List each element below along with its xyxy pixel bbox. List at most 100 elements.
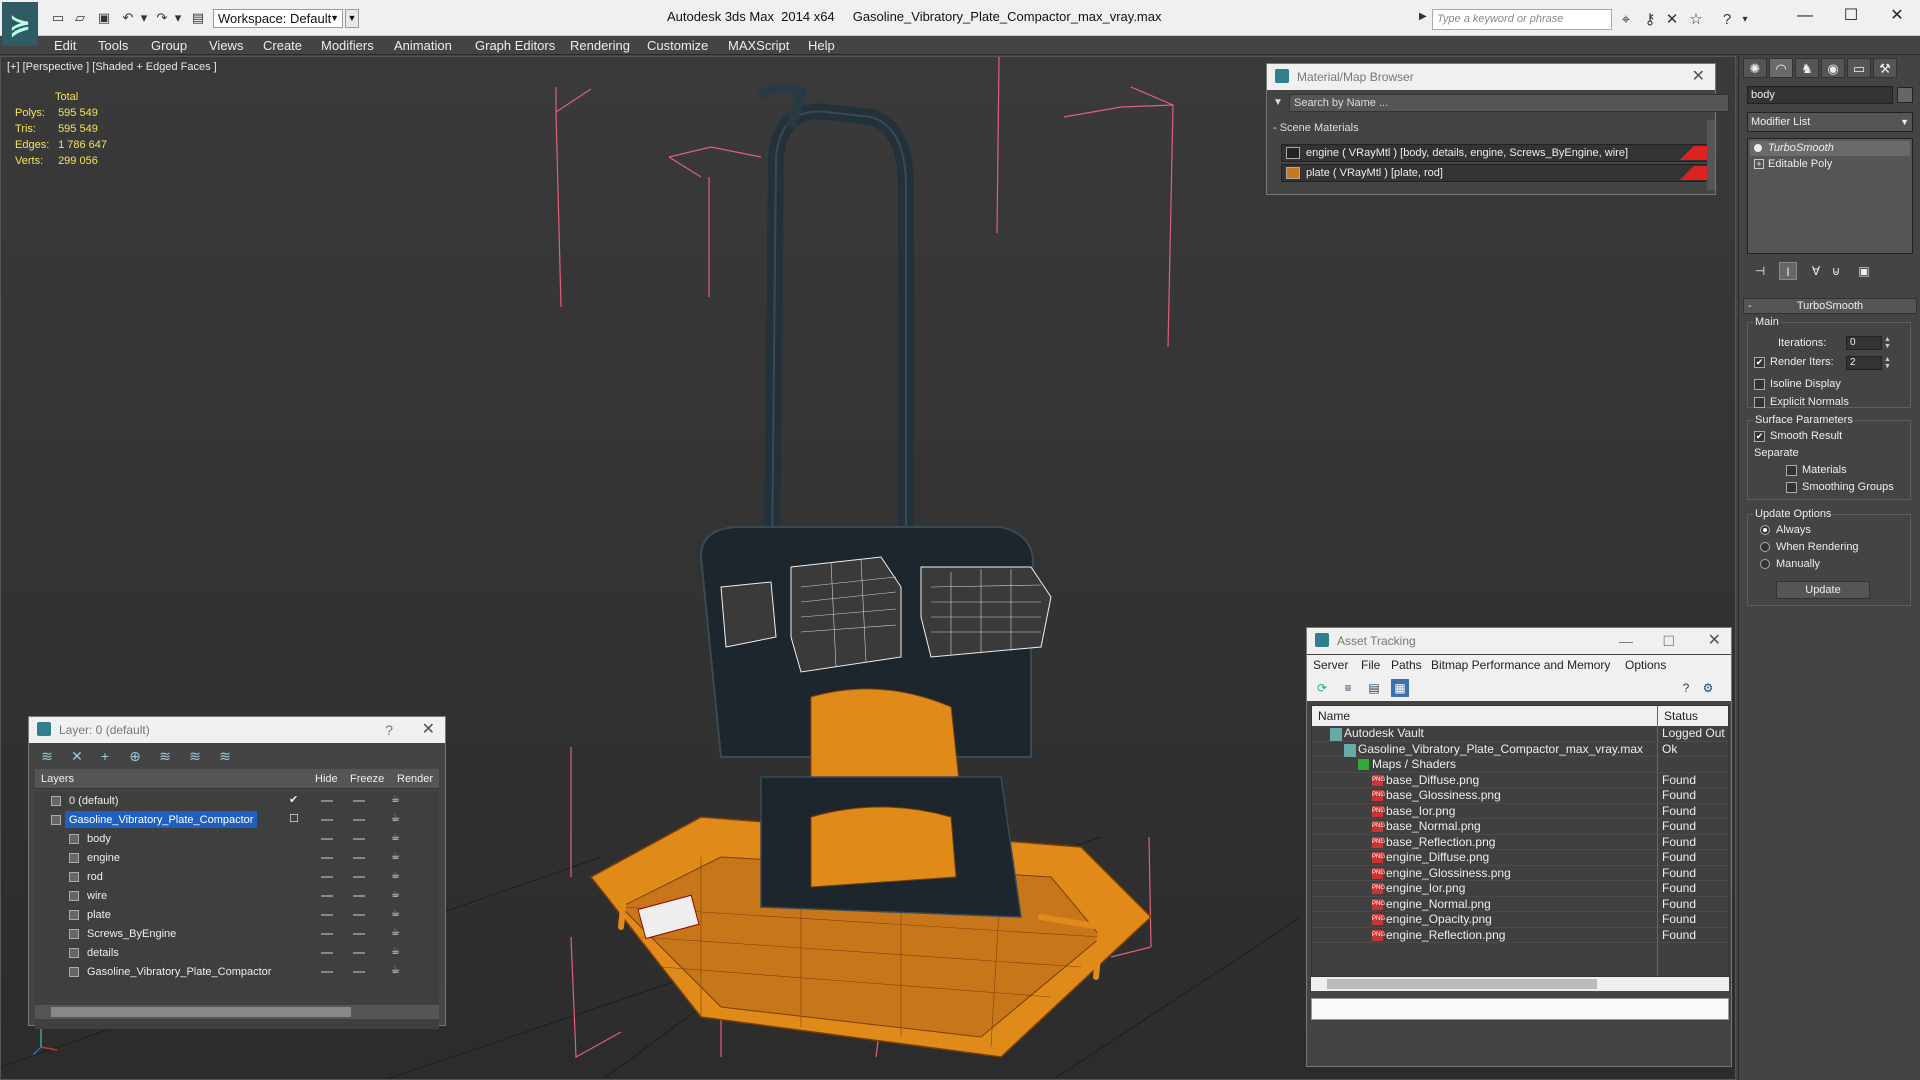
freeze-toggle[interactable]: [353, 952, 365, 954]
freeze-toggle[interactable]: [353, 800, 365, 802]
render-iters-spinner[interactable]: 2: [1846, 356, 1882, 370]
layer-row[interactable]: rod ☕: [35, 867, 469, 886]
help-icon[interactable]: ?: [1718, 11, 1736, 29]
material-search-input[interactable]: Search by Name ...: [1289, 94, 1729, 112]
detail-view-icon[interactable]: ▤: [1365, 679, 1383, 697]
binoculars-icon[interactable]: ⌖: [1617, 11, 1635, 29]
horizontal-scrollbar[interactable]: [1311, 977, 1729, 991]
render-teapot-icon[interactable]: ☕: [391, 909, 405, 919]
project-folder-icon[interactable]: ▤: [190, 11, 206, 25]
maximize-button[interactable]: ☐: [1662, 628, 1675, 654]
always-radio[interactable]: [1760, 525, 1770, 535]
stack-item-turbosmooth[interactable]: TurboSmooth: [1750, 141, 1910, 156]
asset-row[interactable]: Gasoline_Vibratory_Plate_Compactor_max_v…: [1312, 742, 1728, 757]
col-status[interactable]: Status: [1664, 709, 1698, 723]
col-freeze[interactable]: Freeze: [350, 773, 384, 785]
iterations-spinner[interactable]: 0: [1846, 336, 1882, 350]
delete-layer-icon[interactable]: ✕: [67, 747, 87, 765]
menu-views[interactable]: Views: [209, 38, 243, 53]
hide-toggle[interactable]: [321, 876, 333, 878]
asset-row[interactable]: PNG base_Ior.png Found: [1312, 804, 1728, 819]
new-file-icon[interactable]: ▭: [50, 11, 66, 25]
add-layer-icon[interactable]: +: [95, 747, 115, 765]
when-rendering-radio[interactable]: [1760, 542, 1770, 552]
hide-toggle[interactable]: [321, 857, 333, 859]
redo-dropdown-icon[interactable]: ▾: [170, 11, 186, 25]
show-end-result-icon[interactable]: I: [1779, 262, 1797, 280]
turbosmooth-rollout-header[interactable]: - TurboSmooth: [1743, 298, 1917, 314]
save-icon[interactable]: ▣: [96, 11, 112, 25]
hide-toggle[interactable]: [321, 971, 333, 973]
materials-checkbox[interactable]: [1786, 465, 1797, 476]
redo-icon[interactable]: ↷: [154, 11, 170, 25]
menu-group[interactable]: Group: [151, 38, 187, 53]
list-view-icon[interactable]: ≡: [1339, 679, 1357, 697]
layer-row[interactable]: details ☕: [35, 943, 469, 962]
asset-row[interactable]: PNG engine_Glossiness.png Found: [1312, 866, 1728, 881]
help-icon[interactable]: ?: [1677, 679, 1695, 697]
horizontal-scrollbar[interactable]: [35, 1005, 439, 1019]
stack-item-editable-poly[interactable]: + Editable Poly: [1750, 157, 1910, 172]
menu-tools[interactable]: Tools: [98, 38, 128, 53]
render-iters-checkbox[interactable]: ✔: [1754, 357, 1765, 368]
layer-row[interactable]: 0 (default) ✔ ☕: [35, 791, 469, 810]
close-icon[interactable]: ✕: [1692, 64, 1705, 90]
highlight-layer-icon[interactable]: ≋: [155, 747, 175, 765]
remove-modifier-icon[interactable]: ⊍: [1827, 262, 1845, 280]
asset-row[interactable]: PNG base_Diffuse.png Found: [1312, 773, 1728, 788]
render-teapot-icon[interactable]: ☕: [391, 966, 405, 976]
object-color-swatch[interactable]: [1897, 87, 1913, 103]
update-button[interactable]: Update: [1776, 581, 1870, 599]
column-separator[interactable]: [1657, 706, 1658, 976]
active-layer-checkbox[interactable]: ✔: [289, 791, 298, 810]
render-teapot-icon[interactable]: ☕: [391, 814, 405, 824]
minimize-button[interactable]: —: [1619, 628, 1633, 654]
at-menu-bitmap-performance[interactable]: Bitmap Performance and Memory: [1431, 658, 1610, 672]
create-tab-icon[interactable]: ✺: [1743, 58, 1767, 78]
table-view-icon[interactable]: ▦: [1391, 679, 1409, 697]
layer-row[interactable]: Gasoline_Vibratory_Plate_Compactor ☐ ☕: [35, 810, 469, 829]
scene-materials-section[interactable]: - Scene Materials: [1273, 122, 1359, 134]
minimize-button[interactable]: —: [1782, 4, 1828, 28]
select-objects-icon[interactable]: ⊕: [125, 747, 145, 765]
display-tab-icon[interactable]: ▭: [1847, 58, 1871, 78]
asset-tracking-titlebar[interactable]: Asset Tracking — ☐ ✕: [1307, 628, 1731, 654]
col-hide[interactable]: Hide: [315, 773, 338, 785]
close-button[interactable]: ✕: [1874, 4, 1920, 28]
asset-row[interactable]: PNG engine_Ior.png Found: [1312, 881, 1728, 897]
object-name-input[interactable]: body: [1747, 86, 1893, 104]
bulb-icon[interactable]: [1754, 144, 1762, 152]
options-dropdown-icon[interactable]: ▼: [1273, 97, 1283, 108]
quick-access-dropdown-icon[interactable]: ▼: [345, 9, 359, 28]
help-dropdown-icon[interactable]: ▾: [1736, 11, 1754, 29]
active-layer-checkbox[interactable]: ☐: [289, 810, 299, 829]
hide-all-layers-icon[interactable]: ≋: [215, 747, 235, 765]
layer-explorer-titlebar[interactable]: Layer: 0 (default) ? ✕: [29, 717, 445, 743]
freeze-toggle[interactable]: [353, 838, 365, 840]
menu-edit[interactable]: Edit: [54, 38, 76, 53]
open-file-icon[interactable]: ▱: [72, 11, 88, 25]
modify-tab-icon[interactable]: ◠: [1769, 58, 1793, 78]
hierarchy-tab-icon[interactable]: ♞: [1795, 58, 1819, 78]
asset-row[interactable]: PNG engine_Opacity.png Found: [1312, 912, 1728, 928]
menu-rendering[interactable]: Rendering: [570, 38, 630, 53]
asset-row[interactable]: Autodesk Vault Logged Out: [1312, 726, 1728, 742]
smooth-result-checkbox[interactable]: ✔: [1754, 431, 1765, 442]
at-menu-paths[interactable]: Paths: [1391, 658, 1422, 672]
layer-row[interactable]: body ☕: [35, 829, 469, 848]
hide-toggle[interactable]: [321, 800, 333, 802]
render-teapot-icon[interactable]: ☕: [391, 928, 405, 938]
workspace-select[interactable]: Workspace: Default ▼: [213, 9, 343, 28]
hide-toggle[interactable]: [321, 819, 333, 821]
configure-sets-icon[interactable]: ▣: [1855, 262, 1873, 280]
layer-row[interactable]: wire ☕: [35, 886, 469, 905]
freeze-toggle[interactable]: [353, 933, 365, 935]
modifier-list-dropdown[interactable]: Modifier List ▼: [1747, 112, 1913, 132]
spinner-arrows-icon[interactable]: ▲ ▼: [1884, 356, 1892, 370]
spinner-arrows-icon[interactable]: ▲ ▼: [1884, 336, 1892, 350]
layer-row[interactable]: Gasoline_Vibratory_Plate_Compactor ☕: [35, 962, 469, 981]
freeze-toggle[interactable]: [353, 914, 365, 916]
layer-row[interactable]: engine ☕: [35, 848, 469, 867]
viewport-label[interactable]: [+] [Perspective ] [Shaded + Edged Faces…: [7, 61, 217, 73]
maximize-button[interactable]: ☐: [1828, 4, 1874, 28]
